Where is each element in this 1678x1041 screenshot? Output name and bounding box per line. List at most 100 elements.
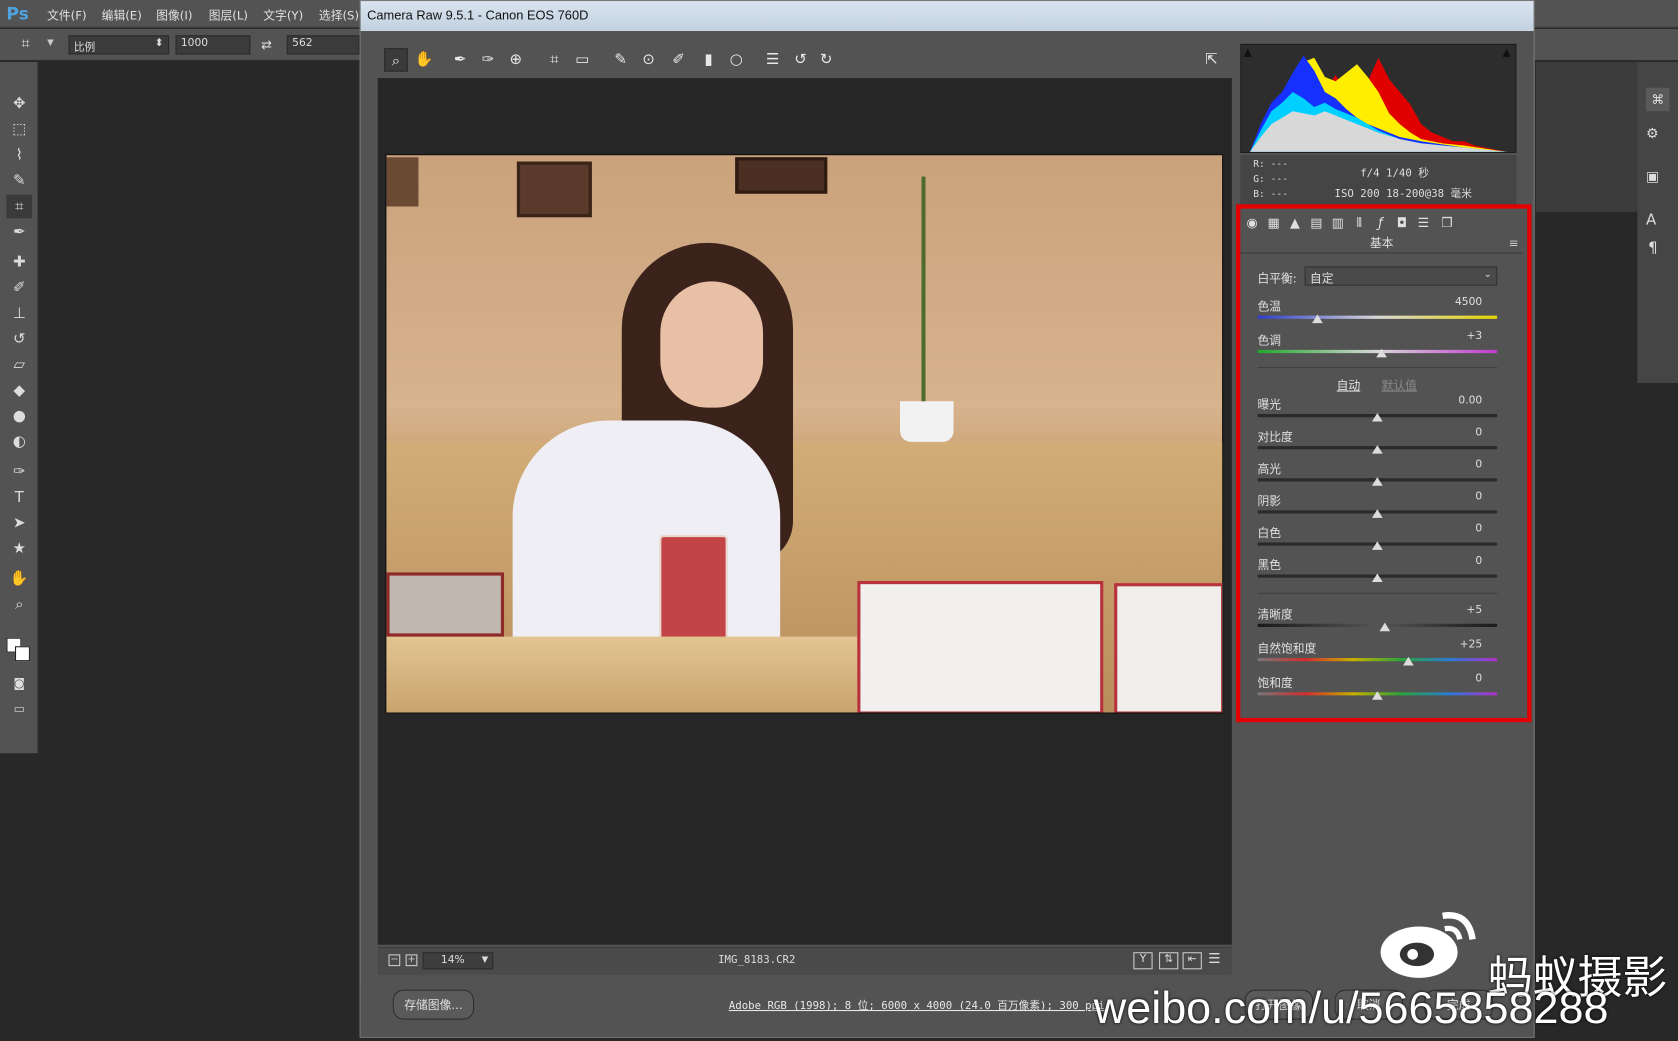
white-shirt [512,420,781,667]
zoom-in-button[interactable]: + [405,954,418,967]
slider-value[interactable]: +25 [1435,639,1483,651]
exposure-info: f/4 1/40 秒 [1360,167,1429,180]
menu-file[interactable]: 文件(F) [47,6,87,23]
history-panel-icon[interactable]: ⌘ [1645,87,1670,112]
slider-thumb[interactable] [1371,412,1383,422]
hand-tool-icon[interactable]: ✋ [6,567,32,591]
background-color-swatch[interactable] [14,646,30,662]
slider-thumb[interactable] [1371,541,1383,550]
slider-value[interactable]: 0 [1435,427,1482,439]
marquee-tool-icon[interactable]: ⬚ [6,118,32,142]
section-divider [1257,366,1498,369]
straighten-icon[interactable]: ▭ [570,48,594,72]
wall-frame [516,161,592,218]
ratio-select[interactable]: 比例 ⬍ [68,35,170,55]
blur-icon[interactable]: ● [6,404,32,428]
crop-icon[interactable]: ⌗ [543,48,567,72]
slider-value[interactable]: 4500 [1435,296,1482,308]
slider-value[interactable]: 0 [1435,491,1482,503]
dodge-icon[interactable]: ◐ [6,430,32,454]
brush-icon[interactable]: ✐ [6,276,32,300]
preferences-icon[interactable]: ☰ [761,48,785,72]
menu-layer[interactable]: 图层(L) [209,6,248,23]
slider-thumb[interactable] [1403,656,1414,666]
swap-icon[interactable]: ⇄ [261,37,272,52]
menu-select[interactable]: 选择(S) [319,6,359,23]
slider-value[interactable]: 0 [1435,459,1482,471]
path-select-icon[interactable]: ➤ [6,511,32,535]
menu-type[interactable]: 文字(Y) [263,6,303,23]
healing-brush-icon[interactable]: ✚ [6,250,32,274]
screen-mode-icon[interactable]: ▭ [6,698,32,722]
slider-value[interactable]: 0 [1435,555,1482,567]
adjustment-brush-icon[interactable]: ✐ [667,48,691,72]
fullscreen-icon[interactable]: ⇱ [1200,48,1224,72]
quick-select-icon[interactable]: ✎ [6,169,32,193]
slider-value[interactable]: +5 [1435,604,1482,616]
properties-panel-icon[interactable]: ⚙ [1646,126,1658,142]
menu-edit[interactable]: 编辑(E) [102,6,142,23]
menu-image[interactable]: 图像(I) [156,6,192,23]
section-divider [1257,592,1498,594]
character-panel-icon[interactable]: A [1646,212,1656,229]
slider-value[interactable]: 0.00 [1435,395,1482,407]
slider-thumb[interactable] [1371,573,1383,583]
slider-thumb[interactable] [1371,445,1383,454]
width-input[interactable]: 1000 [175,35,251,55]
slider-thumb[interactable] [1379,622,1390,632]
history-brush-icon[interactable]: ↺ [6,327,32,351]
slider-thumb[interactable] [1371,477,1383,486]
slider-thumb[interactable] [1376,348,1388,358]
save-image-button[interactable]: 存储图像... [392,989,475,1020]
zoom-tool-icon[interactable]: ⌕ [6,593,32,617]
rotate-left-icon[interactable]: ↺ [789,48,813,72]
type-tool-icon[interactable]: T [6,486,32,510]
slider-track[interactable] [1257,315,1498,319]
height-input[interactable]: 562 [286,35,360,55]
move-tool-icon[interactable]: ✥ [6,92,32,116]
swap-before-after-icon[interactable]: ⇅ [1159,952,1179,970]
graduated-filter-icon[interactable]: ▮ [697,48,721,72]
rotate-right-icon[interactable]: ↻ [814,48,838,72]
slider-thumb[interactable] [1371,509,1383,518]
slider-track[interactable] [1257,657,1498,662]
crop-icon[interactable]: ⌗ [6,194,33,219]
red-eye-icon[interactable]: ⊙ [637,48,661,72]
paragraph-panel-icon[interactable]: ¶ [1648,240,1658,257]
zoom-out-button[interactable]: − [388,954,401,967]
workflow-options-link[interactable]: Adobe RGB (1998); 8 位; 6000 x 4000 (24.0… [729,996,1105,1012]
shape-tool-icon[interactable]: ★ [6,537,32,561]
image-panel-icon[interactable]: ▣ [1646,169,1659,185]
chevron-down-icon[interactable]: ▼ [47,37,54,47]
pen-icon[interactable]: ✑ [6,460,32,484]
quick-mask-icon[interactable]: ◙ [6,672,32,696]
slider-track[interactable] [1257,623,1498,627]
white-balance-icon[interactable]: ✒ [448,48,472,72]
color-sampler-icon[interactable]: ✑ [476,48,500,72]
slider-value[interactable]: 0 [1435,523,1482,535]
slider-value[interactable]: +3 [1435,331,1482,343]
slider-thumb[interactable] [1371,691,1383,700]
slider-value[interactable]: 0 [1435,673,1482,685]
r-label: R: [1253,159,1265,171]
copy-settings-icon[interactable]: ⇤ [1182,952,1202,970]
lasso-tool-icon[interactable]: ⌇ [6,143,32,167]
eraser-icon[interactable]: ▱ [6,353,32,377]
dialog-title: Camera Raw 9.5.1 - Canon EOS 760D [367,7,589,23]
zoom-icon[interactable]: ⌕ [384,48,408,72]
paint-bucket-icon[interactable]: ◆ [6,379,32,403]
slider-thumb[interactable] [1312,314,1323,324]
radial-filter-icon[interactable]: ○ [725,48,749,72]
slider-label: 色调 [1257,333,1282,348]
right-dock: ⌘ ⚙ ▣ A ¶ [1637,62,1678,384]
zoom-level-select[interactable]: 14% ▼ [422,952,494,970]
spot-removal-icon[interactable]: ✎ [609,48,633,72]
crop-tool-icon[interactable]: ⌗ [21,35,29,52]
hand-icon[interactable]: ✋ [412,48,436,72]
cushion [386,572,505,637]
targeted-adjust-icon[interactable]: ⊕ [504,48,528,72]
before-after-y-icon[interactable]: Y [1133,952,1153,970]
eyedropper-icon[interactable]: ✒ [6,220,32,244]
view-settings-icon[interactable]: ☰ [1208,951,1220,967]
stamp-icon[interactable]: ⊥ [6,302,32,326]
